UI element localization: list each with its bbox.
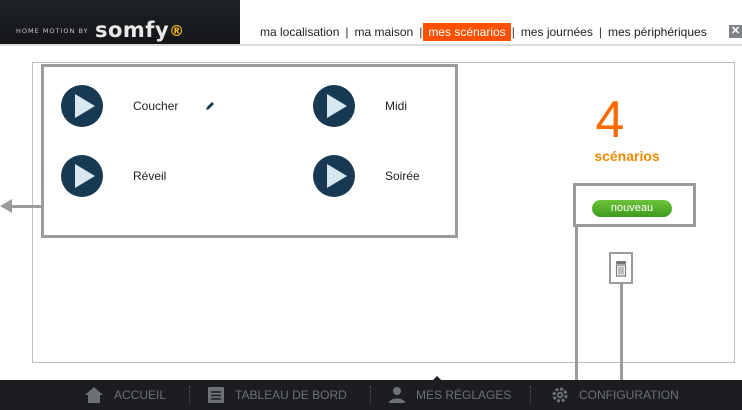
footer-separator — [370, 386, 372, 404]
gear-icon — [552, 387, 568, 403]
header-divider — [0, 44, 742, 46]
callout-arrow-head — [0, 199, 12, 213]
brand-text: somfy — [95, 18, 170, 42]
footer-separator — [530, 386, 532, 404]
scenario-count: 4 — [595, 91, 625, 149]
app-window: HOME MOTION BY somfy® ma localisation | … — [0, 0, 742, 410]
trash-icon — [615, 261, 627, 277]
close-icon[interactable]: ✕ — [729, 25, 742, 38]
scenario-count-label: scénarios — [594, 148, 660, 164]
trash-button[interactable] — [609, 252, 633, 284]
footer-separator — [189, 386, 191, 404]
somfy-logo: somfy® — [95, 18, 185, 42]
callout-arrow-line — [9, 205, 41, 208]
footer-label: MES RÉGLAGES — [416, 388, 512, 402]
scenarios-highlight-box — [41, 64, 458, 238]
footer-label: CONFIGURATION — [579, 388, 679, 402]
user-icon — [389, 387, 405, 403]
home-icon — [85, 387, 103, 403]
footer-item-tableau-de-bord[interactable]: TABLEAU DE BORD — [207, 380, 347, 410]
nav-item-peripheriques[interactable]: mes périphériques — [603, 23, 712, 41]
dashboard-icon — [208, 387, 224, 403]
nav-item-maison[interactable]: ma maison — [350, 23, 419, 41]
nav-item-journees[interactable]: mes journées — [516, 23, 598, 41]
nav-item-localisation[interactable]: ma localisation — [255, 23, 344, 41]
new-scenario-button[interactable]: nouveau — [592, 200, 672, 217]
footer-item-mes-reglages[interactable]: MES RÉGLAGES — [388, 380, 511, 410]
nav-item-scenarios[interactable]: mes scénarios — [423, 23, 511, 41]
footer-label: TABLEAU DE BORD — [235, 388, 347, 402]
main-nav: ma localisation | ma maison | mes scénar… — [255, 21, 712, 43]
footer-label: ACCUEIL — [114, 388, 167, 402]
brand-mark: ® — [169, 22, 185, 40]
logo-tagline: HOME MOTION BY — [16, 27, 89, 35]
footer-item-accueil[interactable]: ACCUEIL — [84, 380, 166, 410]
footer-item-configuration[interactable]: CONFIGURATION — [551, 380, 679, 410]
logo-bar: HOME MOTION BY somfy® — [0, 0, 240, 44]
